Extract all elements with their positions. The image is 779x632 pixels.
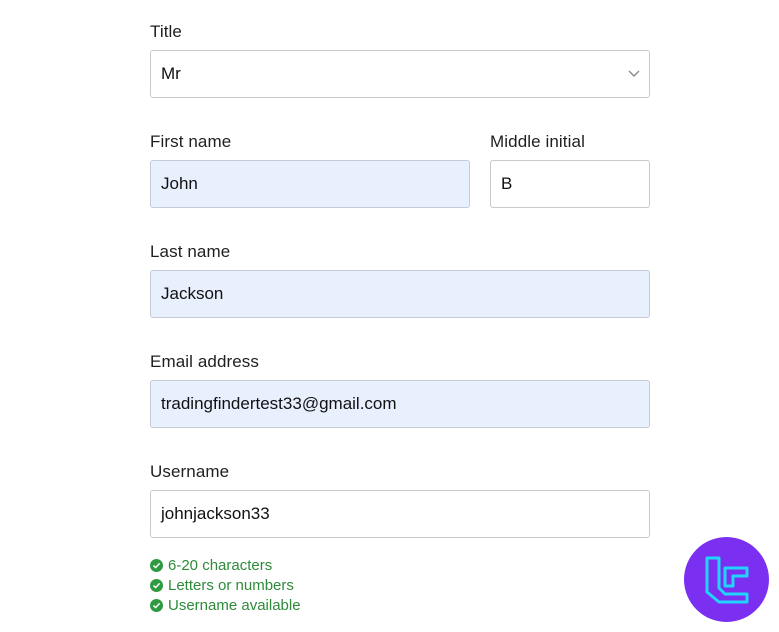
check-circle-icon [150, 578, 163, 592]
email-field[interactable]: tradingfindertest33@gmail.com [150, 380, 650, 428]
username-field[interactable]: johnjackson33 [150, 490, 650, 538]
first-name-value: John [161, 174, 198, 193]
rule-item: Letters or numbers [150, 575, 301, 595]
rule-item: Username available [150, 595, 301, 615]
first-name-label: First name [150, 132, 232, 151]
rule-text: Username available [168, 596, 301, 614]
username-value: johnjackson33 [161, 504, 270, 523]
username-label: Username [150, 462, 230, 481]
title-select[interactable]: Mr [150, 50, 650, 98]
last-name-value: Jackson [161, 284, 224, 303]
last-name-label: Last name [150, 242, 231, 261]
username-rules: 6-20 characters Letters or numbers Usern… [150, 555, 301, 615]
rule-text: Letters or numbers [168, 576, 294, 594]
title-label: Title [150, 22, 182, 41]
middle-initial-field[interactable]: B [490, 160, 650, 208]
check-circle-icon [150, 598, 163, 612]
rule-text: 6-20 characters [168, 556, 273, 574]
chevron-down-icon [627, 67, 641, 81]
email-label: Email address [150, 352, 260, 371]
email-value: tradingfindertest33@gmail.com [161, 394, 397, 413]
brand-logo-icon [684, 537, 769, 622]
first-name-field[interactable]: John [150, 160, 470, 208]
rule-item: 6-20 characters [150, 555, 301, 575]
title-select-value: Mr [161, 64, 181, 83]
check-circle-icon [150, 558, 163, 572]
middle-initial-label: Middle initial [490, 132, 585, 151]
middle-initial-value: B [501, 174, 513, 193]
last-name-field[interactable]: Jackson [150, 270, 650, 318]
